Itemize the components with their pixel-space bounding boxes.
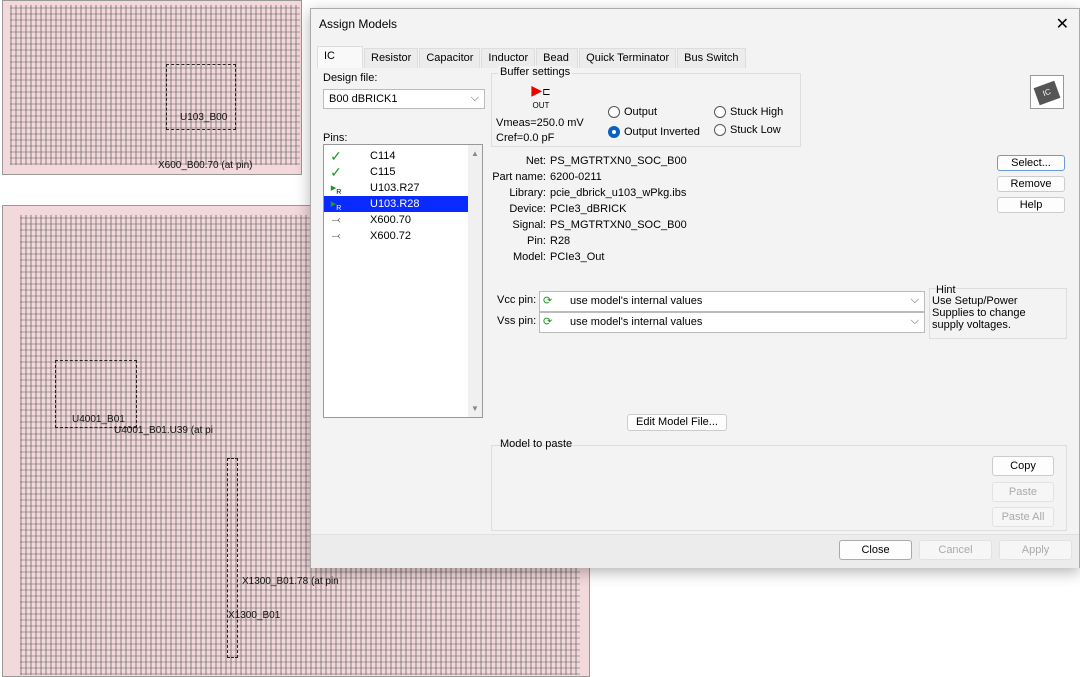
- pin-name: X600.72: [370, 230, 411, 242]
- design-file-label: Design file:: [323, 72, 378, 84]
- hint-box: Hint Use Setup/Power Supplies to change …: [929, 284, 1067, 339]
- tab-ic[interactable]: IC: [317, 46, 363, 68]
- radio-label: Stuck High: [730, 106, 784, 118]
- pcb-label: X1300_B01: [228, 610, 281, 621]
- pins-label: Pins:: [323, 132, 348, 144]
- radio-circle: [714, 124, 726, 136]
- tab-quick-terminator[interactable]: Quick Terminator: [579, 48, 677, 68]
- pin-name: C115: [370, 166, 396, 178]
- tab-bar: IC Resistor Capacitor Inductor Bead Quic…: [317, 46, 747, 68]
- vss-pin-select[interactable]: ⟳ use model's internal values ⌵: [539, 312, 925, 333]
- info-label: Model:: [512, 251, 546, 263]
- apply-button[interactable]: Apply: [999, 540, 1072, 560]
- pin-name: U103.R27: [370, 182, 420, 194]
- design-file-value: B00 dBRICK1: [329, 93, 398, 105]
- pin-list-item[interactable]: ⤙ X600.70: [324, 212, 468, 228]
- info-value: PS_MGTRTXN0_SOC_B00: [550, 155, 687, 167]
- pin-list-item[interactable]: ✓ C114: [324, 148, 468, 164]
- radio-circle: [608, 106, 620, 118]
- vss-pin-value: use model's internal values: [570, 316, 703, 328]
- close-button[interactable]: Close: [839, 540, 912, 560]
- design-file-select[interactable]: B00 dBRICK1 ⌵: [323, 89, 485, 109]
- connector-pin-icon: ⤙: [331, 214, 341, 226]
- pins-list[interactable]: ✓ C114 ✓ C115 ▸R U103.R27 ▸R U103.R28 ⤙ X600.70 ⤙ X…: [323, 144, 483, 418]
- vmeas-text: Vmeas=250.0 mV: [496, 117, 584, 129]
- tab-resistor[interactable]: Resistor: [364, 48, 419, 68]
- info-label: Part name:: [492, 171, 546, 183]
- pin-list-item[interactable]: ▸R U103.R28: [324, 196, 468, 212]
- info-value: PCIe3_dBRICK: [550, 203, 627, 215]
- pcb-traces: [10, 5, 300, 165]
- tab-capacitor[interactable]: Capacitor: [419, 48, 481, 68]
- close-icon[interactable]: ✕: [1056, 14, 1069, 34]
- info-value: R28: [550, 235, 571, 247]
- info-label: Signal:: [512, 219, 546, 231]
- buffer-settings-label: Buffer settings: [498, 66, 573, 78]
- copy-button[interactable]: Copy: [992, 456, 1054, 476]
- ic-chip-icon: IC: [1030, 75, 1064, 109]
- pin-list-item[interactable]: ✓ C115: [324, 164, 468, 180]
- info-value: pcie_dbrick_u103_wPkg.ibs: [550, 187, 687, 199]
- pcb-label: U103_B00: [180, 112, 228, 123]
- radio-output[interactable]: Output: [608, 106, 657, 118]
- pin-name: C114: [370, 150, 396, 162]
- chevron-down-icon: ⌵: [910, 315, 919, 327]
- chevron-down-icon: ⌵: [470, 92, 479, 104]
- vcc-pin-select[interactable]: ⟳ use model's internal values ⌵: [539, 291, 925, 312]
- vcc-pin-value: use model's internal values: [570, 295, 703, 307]
- cref-text: Cref=0.0 pF: [496, 132, 555, 144]
- model-to-paste-group: Model to paste Copy Paste Paste All: [491, 438, 1067, 531]
- paste-button[interactable]: Paste: [992, 482, 1054, 502]
- info-value: PS_MGTRTXN0_SOC_B00: [550, 219, 687, 231]
- pin-name: X600.70: [370, 214, 411, 226]
- radio-label: Output Inverted: [624, 126, 700, 138]
- pin-list-item[interactable]: ▸R U103.R27: [324, 180, 468, 196]
- buffer-settings-group: Buffer settings ▶⊏ OUT Vmeas=250.0 mV Cre…: [491, 66, 801, 147]
- remove-button[interactable]: Remove: [997, 176, 1065, 192]
- tab-bus-switch[interactable]: Bus Switch: [677, 48, 746, 68]
- paste-all-button[interactable]: Paste All: [992, 507, 1054, 527]
- pin-name: U103.R28: [370, 198, 420, 210]
- pcb-label: U4001_B01: [72, 414, 125, 425]
- dialog-title: Assign Models: [319, 17, 398, 31]
- output-buffer-icon: ▶⊏ OUT: [531, 82, 551, 110]
- info-label: Library:: [509, 187, 546, 199]
- scrollbar[interactable]: ▲ ▼: [468, 145, 482, 417]
- vcc-pin-label: Vcc pin:: [497, 294, 537, 306]
- info-label: Net:: [525, 155, 546, 167]
- radio-label: Stuck Low: [730, 124, 781, 136]
- radio-output-inverted[interactable]: Output Inverted: [608, 126, 700, 138]
- cancel-button[interactable]: Cancel: [919, 540, 992, 560]
- connector-pin-icon: ⤙: [331, 230, 341, 242]
- pcb-label: X600_B00.70 (at pin): [158, 160, 253, 171]
- power-icon: ⟳: [543, 295, 553, 307]
- chevron-down-icon: ⌵: [910, 294, 919, 306]
- radio-circle: [714, 106, 726, 118]
- info-value: 6200-0211: [550, 171, 602, 183]
- radio-circle: [608, 126, 620, 138]
- select-button[interactable]: Select...: [997, 155, 1065, 171]
- pcb-label: U4001_B01.U39 (at pi: [114, 425, 213, 436]
- radio-stuck-low[interactable]: Stuck Low: [714, 124, 781, 136]
- assign-models-dialog: Assign Models ✕ IC Resistor Capacitor In…: [310, 8, 1080, 568]
- hint-text: Use Setup/Power Supplies to change suppl…: [932, 295, 1026, 331]
- tab-inductor[interactable]: Inductor: [481, 48, 536, 68]
- radio-label: Output: [624, 106, 658, 118]
- help-button[interactable]: Help: [997, 197, 1065, 213]
- model-to-paste-label: Model to paste: [500, 438, 573, 450]
- info-value: PCIe3_Out: [550, 251, 605, 263]
- info-label: Device:: [509, 203, 546, 215]
- pcb-label: X1300_B01.78 (at pin: [242, 576, 339, 587]
- tab-bead[interactable]: Bead: [536, 48, 579, 68]
- radio-stuck-high[interactable]: Stuck High: [714, 106, 783, 118]
- edit-model-file-button[interactable]: Edit Model File...: [627, 414, 727, 431]
- vss-pin-label: Vss pin:: [497, 315, 537, 327]
- info-label: Pin:: [527, 235, 546, 247]
- ground-icon: ⟳: [543, 316, 553, 328]
- component-outline: [227, 458, 238, 658]
- pin-list-item[interactable]: ⤙ X600.72: [324, 228, 468, 244]
